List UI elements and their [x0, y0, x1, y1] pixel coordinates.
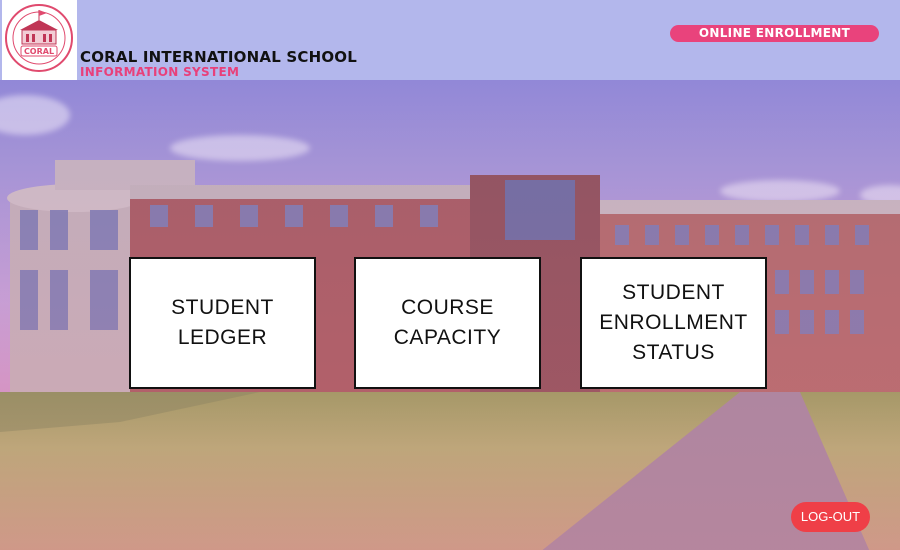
online-enrollment-badge: ONLINE ENROLLMENT: [670, 25, 879, 42]
system-name: INFORMATION SYSTEM: [80, 65, 240, 79]
student-enrollment-status-button[interactable]: STUDENT ENROLLMENT STATUS: [580, 257, 767, 389]
svg-text:CORAL: CORAL: [24, 47, 54, 56]
school-seal-icon: CORAL: [5, 4, 73, 72]
school-name: CORAL INTERNATIONAL SCHOOL: [80, 48, 357, 66]
top-header: CORAL CORAL INTERNATIONAL SCHOOL INFORMA…: [0, 0, 900, 80]
student-ledger-label: STUDENT LEDGER: [171, 296, 274, 349]
student-enrollment-status-label: STUDENT ENROLLMENT STATUS: [599, 281, 748, 364]
course-capacity-label: COURSE CAPACITY: [393, 296, 502, 349]
course-capacity-button[interactable]: COURSE CAPACITY: [354, 257, 541, 389]
student-ledger-button[interactable]: STUDENT LEDGER: [129, 257, 316, 389]
logout-button[interactable]: LOG-OUT: [791, 502, 870, 532]
school-logo: CORAL: [2, 0, 77, 80]
